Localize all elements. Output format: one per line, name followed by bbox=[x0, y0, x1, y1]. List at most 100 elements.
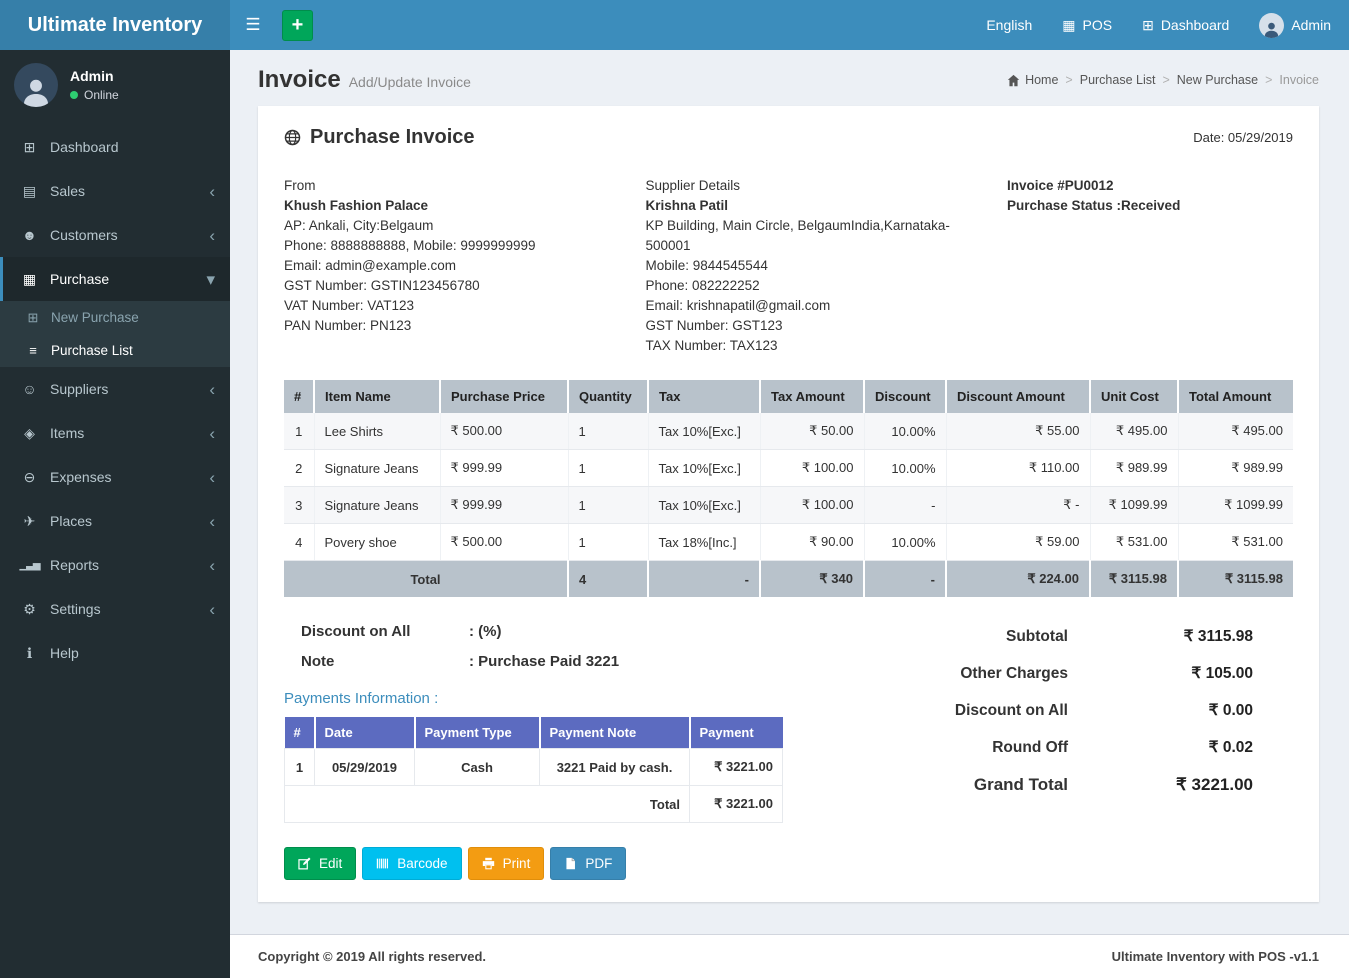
payments-information-title: Payments Information : bbox=[284, 690, 439, 707]
summary-other-charges: Other Charges ₹ 105.00 bbox=[960, 665, 1253, 682]
barcode-button[interactable]: Barcode bbox=[362, 847, 462, 880]
col-header-discount: Discount bbox=[864, 380, 947, 413]
sidebar-item-sales[interactable]: ▤ Sales ‹ bbox=[0, 169, 230, 213]
card-title: Purchase Invoice bbox=[284, 126, 475, 149]
sidebar-item-dashboard[interactable]: ⊞ Dashboard bbox=[0, 125, 230, 169]
summary-discount-on-all: Discount on All ₹ 0.00 bbox=[954, 702, 1253, 719]
pos-icon: ▦ bbox=[1062, 16, 1076, 33]
summary-round-off: Round Off ₹ 0.02 bbox=[992, 739, 1253, 756]
help-icon: ℹ bbox=[26, 644, 33, 661]
chevron-left-icon: ‹ bbox=[209, 467, 215, 487]
payments-header-row: # Date Payment Type Payment Note Payment bbox=[284, 717, 783, 749]
sidebar-item-customers[interactable]: ☻ Customers ‹ bbox=[0, 213, 230, 257]
page-footer: Copyright © 2019 All rights reserved. Ul… bbox=[230, 934, 1349, 978]
dashboard-link[interactable]: ⊞ Dashboard bbox=[1142, 17, 1229, 34]
col-header-purchase-price: Purchase Price bbox=[440, 380, 569, 413]
invoice-meta-block: Invoice #PU0012 Purchase Status :Receive… bbox=[1007, 176, 1293, 356]
chevron-left-icon: ‹ bbox=[209, 379, 215, 399]
note-value: : Purchase Paid 3221 bbox=[469, 653, 620, 670]
breadcrumb-new-purchase[interactable]: New Purchase bbox=[1177, 73, 1258, 87]
navbar-right: English ▦ POS ⊞ Dashboard Admin bbox=[986, 12, 1331, 38]
sidebar-item-help[interactable]: ℹ Help bbox=[0, 631, 230, 675]
sidebar-item-label: Settings bbox=[50, 601, 101, 617]
sidebar-item-purchase[interactable]: ▦ Purchase ▾ bbox=[0, 257, 230, 301]
sidebar-avatar bbox=[14, 63, 58, 107]
sidebar-item-settings[interactable]: ⚙ Settings ‹ bbox=[0, 587, 230, 631]
sidebar-user-panel: Admin Online bbox=[0, 50, 230, 119]
submenu-item-label: New Purchase bbox=[51, 310, 139, 325]
sidebar-user-name: Admin bbox=[70, 68, 114, 84]
discount-on-all-label: Discount on All bbox=[301, 623, 411, 640]
summary-grand-total: Grand Total ₹ 3221.00 bbox=[973, 775, 1253, 794]
breadcrumb-current: Invoice bbox=[1279, 73, 1319, 87]
discount-on-all-value: : (%) bbox=[469, 623, 502, 640]
language-menu[interactable]: English bbox=[986, 17, 1032, 33]
sidebar-item-new-purchase[interactable]: ⊞ New Purchase bbox=[0, 301, 230, 334]
edit-pencil-icon bbox=[298, 857, 311, 870]
from-name: Khush Fashion Palace bbox=[284, 198, 429, 213]
new-purchase-icon: ⊞ bbox=[27, 309, 39, 325]
items-total-tax: - bbox=[648, 560, 761, 597]
print-button[interactable]: Print bbox=[467, 847, 545, 880]
user-avatar-icon bbox=[1259, 12, 1285, 38]
chevron-left-icon: ‹ bbox=[209, 599, 215, 619]
edit-button[interactable]: Edit bbox=[284, 847, 357, 880]
table-row: 3 Signature Jeans ₹ 999.99 1 Tax 10%[Exc… bbox=[284, 486, 1293, 524]
sidebar-item-items[interactable]: ◈ Items ‹ bbox=[0, 411, 230, 455]
globe-icon bbox=[284, 129, 301, 146]
sidebar-item-label: Suppliers bbox=[50, 381, 109, 397]
from-block: From Khush Fashion Palace AP: Ankali, Ci… bbox=[284, 176, 621, 356]
pos-link[interactable]: ▦ POS bbox=[1062, 17, 1112, 34]
printer-icon bbox=[482, 857, 494, 870]
top-header: Ultimate Inventory ☰ + English ▦ POS ⊞ D… bbox=[0, 0, 1349, 50]
sidebar-user-meta: Admin Online bbox=[70, 68, 119, 102]
user-menu[interactable]: Admin bbox=[1259, 12, 1331, 38]
sidebar-item-suppliers[interactable]: ☺ Suppliers ‹ bbox=[0, 367, 230, 411]
sidebar-item-label: Dashboard bbox=[50, 139, 119, 155]
sidebar-item-places[interactable]: ✈ Places ‹ bbox=[0, 499, 230, 543]
chevron-down-icon: ▾ bbox=[206, 269, 215, 289]
sales-icon: ▤ bbox=[22, 182, 37, 199]
footer-version: Ultimate Inventory with POS -v1.1 bbox=[1111, 949, 1319, 964]
pdf-button[interactable]: PDF bbox=[550, 847, 627, 880]
invoice-actions: Edit Barcode Print PDF bbox=[284, 847, 1293, 880]
online-status-dot bbox=[70, 91, 78, 99]
settings-gear-icon: ⚙ bbox=[23, 600, 36, 617]
dashboard-icon: ⊞ bbox=[23, 138, 36, 155]
pay-col-type: Payment Type bbox=[414, 717, 541, 749]
supplier-email: Email: krishnapatil@gmail.com bbox=[645, 298, 831, 313]
items-total-label: Total bbox=[284, 560, 569, 597]
pay-col-index: # bbox=[284, 717, 316, 749]
content-area: Invoice Add/Update Invoice Home > Purcha… bbox=[230, 50, 1349, 978]
sidebar-submenu-purchase: ⊞ New Purchase ≡ Purchase List bbox=[0, 301, 230, 367]
breadcrumb-purchase-list[interactable]: Purchase List bbox=[1080, 73, 1156, 87]
items-total-row: Total 4 - ₹ 340 - ₹ 224.00 ₹ 3115.98 ₹ 3… bbox=[284, 560, 1293, 597]
top-navbar: ☰ + English ▦ POS ⊞ Dashboard Admin bbox=[230, 0, 1349, 50]
chevron-left-icon: ‹ bbox=[209, 423, 215, 443]
sidebar-toggle-button[interactable]: ☰ bbox=[230, 0, 276, 50]
breadcrumb: Home > Purchase List > New Purchase > In… bbox=[1007, 73, 1319, 87]
payments-total-row: Total ₹ 3221.00 bbox=[284, 785, 783, 823]
supplier-gst: GST Number: GST123 bbox=[645, 318, 783, 333]
brand-logo[interactable]: Ultimate Inventory bbox=[0, 0, 230, 50]
payments-table: # Date Payment Type Payment Note Payment… bbox=[284, 717, 783, 823]
table-row: 1 Lee Shirts ₹ 500.00 1 Tax 10%[Exc.] ₹ … bbox=[284, 413, 1293, 450]
payment-row: 1 05/29/2019 Cash 3221 Paid by cash. ₹ 3… bbox=[284, 748, 783, 786]
sidebar-item-reports[interactable]: ▁▃▅ Reports ‹ bbox=[0, 543, 230, 587]
items-total-amount: ₹ 3115.98 bbox=[1178, 560, 1293, 597]
items-icon: ◈ bbox=[24, 424, 35, 441]
sidebar-item-label: Help bbox=[50, 645, 79, 661]
from-gst: GST Number: GSTIN123456780 bbox=[284, 278, 480, 293]
sidebar-item-expenses[interactable]: ⊖ Expenses ‹ bbox=[0, 455, 230, 499]
discount-on-all-row: Discount on All : (%) bbox=[301, 623, 804, 640]
sidebar-item-purchase-list[interactable]: ≡ Purchase List bbox=[0, 334, 230, 367]
chevron-left-icon: ‹ bbox=[209, 511, 215, 531]
barcode-icon bbox=[377, 858, 389, 869]
content-header: Invoice Add/Update Invoice Home > Purcha… bbox=[230, 50, 1349, 94]
supplier-mobile: Mobile: 9844545544 bbox=[645, 258, 768, 273]
sidebar: Admin Online ⊞ Dashboard ▤ Sales ‹ ☻ Cus… bbox=[0, 50, 230, 978]
quick-add-button[interactable]: + bbox=[282, 9, 313, 41]
from-email: Email: admin@example.com bbox=[284, 258, 457, 273]
breadcrumb-home[interactable]: Home bbox=[1007, 73, 1058, 87]
app-root: Ultimate Inventory ☰ + English ▦ POS ⊞ D… bbox=[0, 0, 1349, 978]
